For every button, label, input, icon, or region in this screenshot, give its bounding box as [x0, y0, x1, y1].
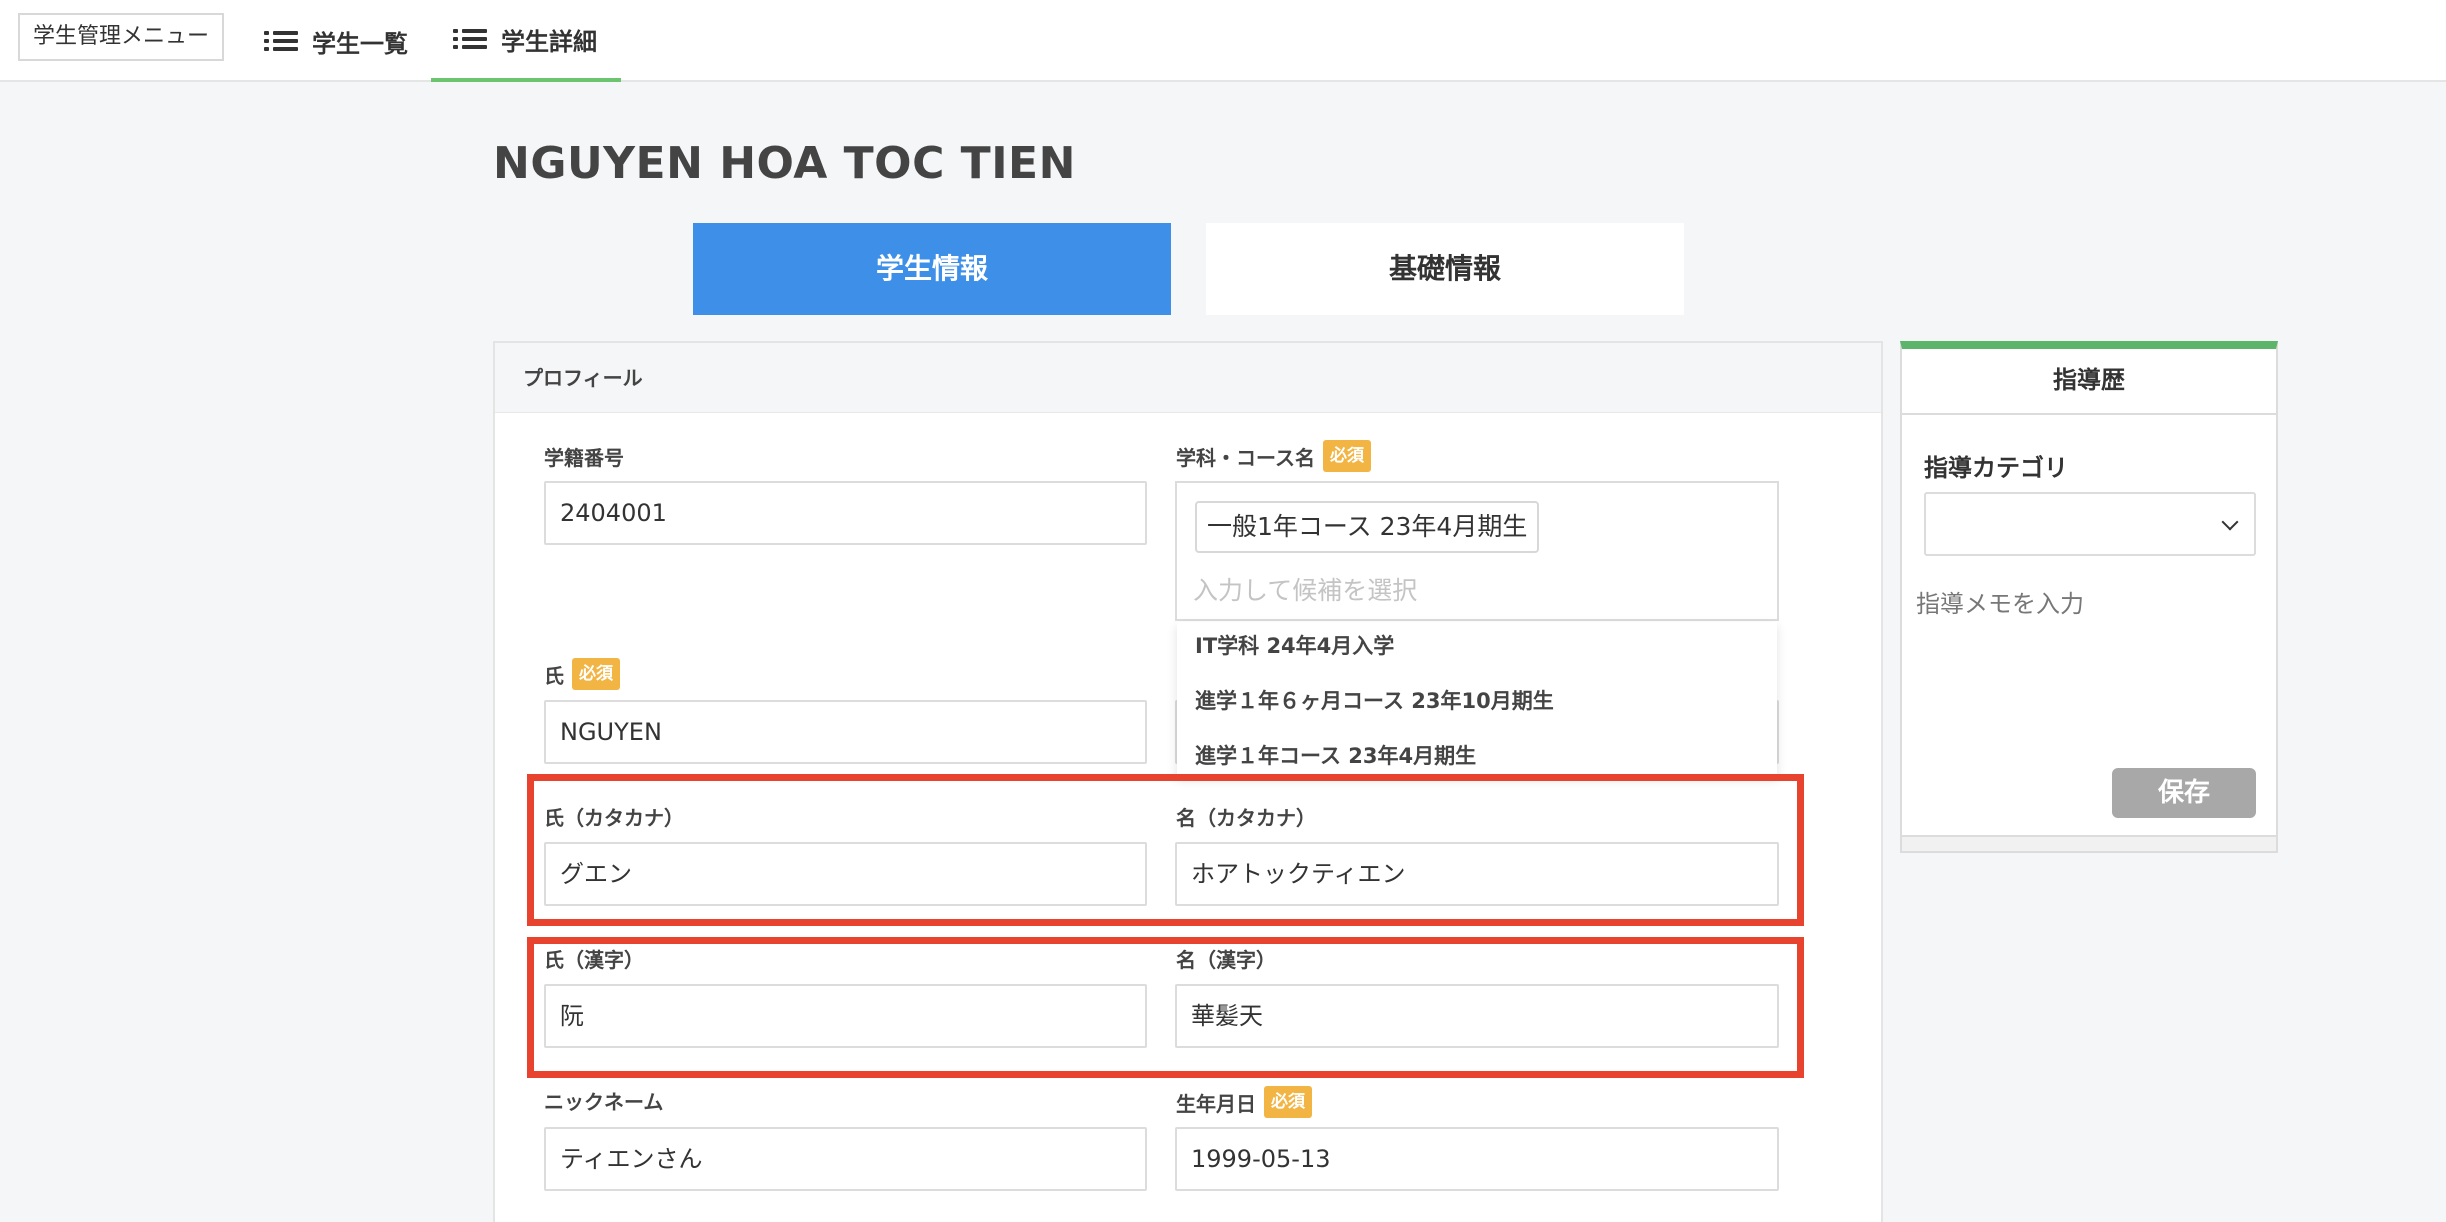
- course-option[interactable]: IT学科 24年4月入学: [1195, 630, 1394, 660]
- student-number-label: 学籍番号: [544, 445, 624, 470]
- guidance-category-select[interactable]: [1924, 492, 2256, 556]
- course-option[interactable]: 進学１年コース 23年4月期生: [1195, 740, 1476, 770]
- chevron-down-icon: [2221, 513, 2239, 531]
- page-title: NGUYEN HOA TOC TIEN: [493, 138, 1076, 189]
- required-badge: 必須: [572, 658, 620, 690]
- course-option[interactable]: 進学１年６ヶ月コース 23年10月期生: [1195, 685, 1554, 715]
- course-label: 学科・コース名 必須: [1176, 439, 1371, 473]
- guidance-memo-input[interactable]: 指導メモを入力: [1916, 584, 2266, 724]
- guidance-panel: 指導歴 指導カテゴリ 指導メモを入力 保存: [1900, 341, 2278, 853]
- nav-tab-student-list[interactable]: 学生一覧: [242, 0, 430, 82]
- guidance-panel-footer: [1902, 835, 2276, 851]
- tab-student-info[interactable]: 学生情報: [693, 223, 1171, 315]
- guidance-title: 指導歴: [1902, 349, 2276, 415]
- course-search-placeholder[interactable]: 入力して候補を選択: [1193, 571, 1417, 607]
- birthdate-label: 生年月日 必須: [1176, 1085, 1312, 1119]
- top-navbar: 学生管理メニュー 学生一覧 学生詳細: [0, 0, 2446, 82]
- last-name-input[interactable]: NGUYEN: [544, 700, 1147, 764]
- course-chip[interactable]: 一般1年コース 23年4月期生: [1195, 501, 1540, 553]
- nickname-input[interactable]: ティエンさん: [544, 1127, 1147, 1191]
- nav-tab-label: 学生一覧: [312, 29, 408, 58]
- highlight-box-kana: [527, 774, 1804, 926]
- required-badge: 必須: [1264, 1086, 1312, 1118]
- course-multiselect[interactable]: 一般1年コース 23年4月期生 入力して候補を選択: [1175, 481, 1779, 621]
- save-button[interactable]: 保存: [2112, 768, 2256, 818]
- required-badge: 必須: [1323, 440, 1371, 472]
- nav-tab-student-detail[interactable]: 学生詳細: [431, 0, 621, 82]
- list-icon: [264, 30, 298, 52]
- highlight-box-kanji: [527, 937, 1804, 1078]
- tab-basic-info[interactable]: 基礎情報: [1206, 223, 1684, 315]
- profile-header: プロフィール: [495, 343, 1881, 413]
- student-number-input[interactable]: 2404001: [544, 481, 1147, 545]
- student-management-menu-button[interactable]: 学生管理メニュー: [18, 13, 224, 61]
- nav-tab-label: 学生詳細: [501, 27, 597, 56]
- birthdate-input[interactable]: 1999-05-13: [1175, 1127, 1779, 1191]
- course-dropdown: IT学科 24年4月入学 進学１年６ヶ月コース 23年10月期生 進学１年コース…: [1177, 622, 1777, 776]
- guidance-category-label: 指導カテゴリ: [1924, 454, 2068, 482]
- list-icon: [453, 28, 487, 50]
- last-name-label: 氏 必須: [544, 657, 620, 691]
- nickname-label: ニックネーム: [544, 1089, 664, 1114]
